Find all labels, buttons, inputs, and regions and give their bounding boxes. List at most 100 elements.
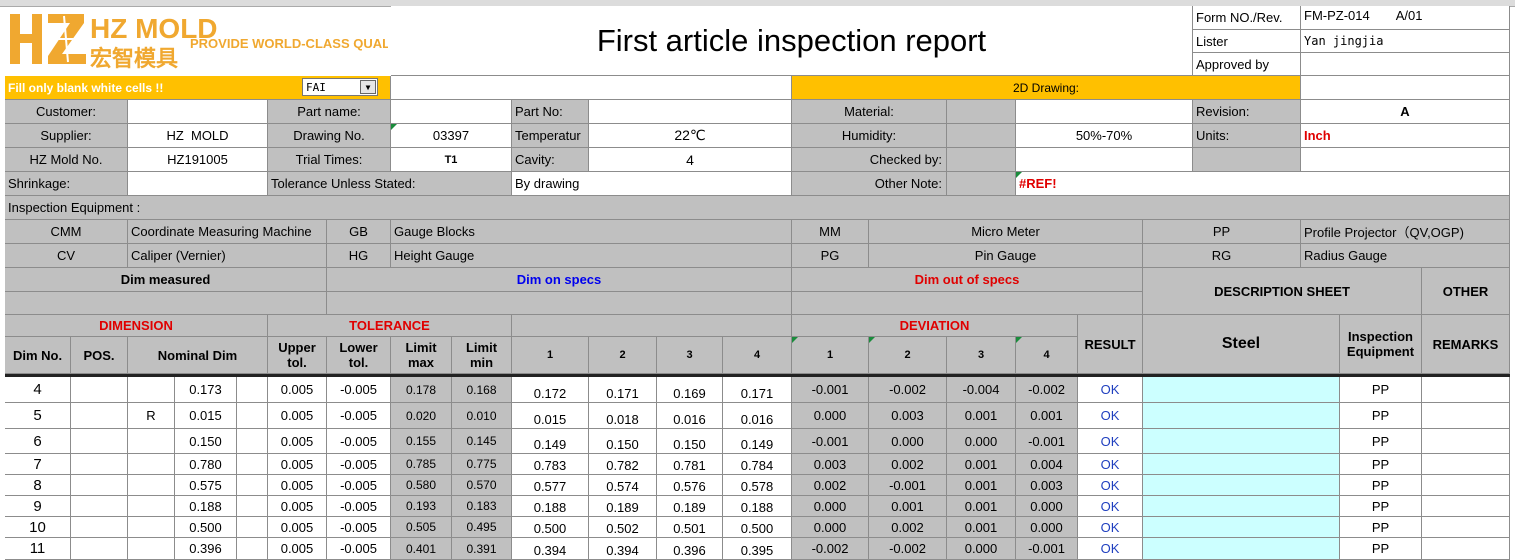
measurement-cell[interactable]: 0.015 — [512, 403, 589, 429]
deviation-cell[interactable]: 0.001 — [947, 517, 1016, 538]
deviation-cell[interactable]: -0.004 — [947, 377, 1016, 403]
measurement-cell[interactable]: 0.169 — [657, 377, 723, 403]
nominal-symbol-cell[interactable] — [128, 538, 175, 560]
limit-max-cell[interactable]: 0.178 — [391, 377, 452, 403]
deviation-cell[interactable]: 0.003 — [792, 454, 869, 475]
deviation-cell[interactable]: 0.002 — [869, 454, 947, 475]
result-cell[interactable]: OK — [1078, 403, 1143, 429]
upper-tol-cell[interactable]: 0.005 — [268, 403, 327, 429]
deviation-cell[interactable]: 0.001 — [947, 475, 1016, 496]
dim-no-cell[interactable]: 9 — [5, 496, 71, 517]
measurement-cell[interactable]: 0.501 — [657, 517, 723, 538]
steel-cell[interactable] — [1143, 517, 1340, 538]
steel-cell[interactable] — [1143, 429, 1340, 454]
result-cell[interactable]: OK — [1078, 377, 1143, 403]
nominal-blank-cell[interactable] — [237, 377, 268, 403]
upper-tol-cell[interactable]: 0.005 — [268, 517, 327, 538]
deviation-cell[interactable]: -0.002 — [869, 538, 947, 560]
limit-max-cell[interactable]: 0.580 — [391, 475, 452, 496]
nominal-blank-cell[interactable] — [237, 403, 268, 429]
pos-cell[interactable] — [71, 517, 128, 538]
nominal-value-cell[interactable]: 0.150 — [175, 429, 237, 454]
nominal-blank-cell[interactable] — [237, 496, 268, 517]
nominal-value-cell[interactable]: 0.500 — [175, 517, 237, 538]
measurement-cell[interactable]: 0.396 — [657, 538, 723, 560]
measurement-cell[interactable]: 0.576 — [657, 475, 723, 496]
remarks-cell[interactable] — [1422, 475, 1510, 496]
drawing-2d-value[interactable] — [1301, 76, 1510, 100]
lower-tol-cell[interactable]: -0.005 — [327, 538, 391, 560]
remarks-cell[interactable] — [1422, 517, 1510, 538]
nominal-value-cell[interactable]: 0.396 — [175, 538, 237, 560]
form-no-cell[interactable]: FM-PZ-014 A/01 — [1301, 6, 1510, 30]
remarks-cell[interactable] — [1422, 496, 1510, 517]
nominal-symbol-cell[interactable]: R — [128, 403, 175, 429]
lower-tol-cell[interactable]: -0.005 — [327, 475, 391, 496]
lower-tol-cell[interactable]: -0.005 — [327, 496, 391, 517]
steel-cell[interactable] — [1143, 403, 1340, 429]
dim-no-cell[interactable]: 6 — [5, 429, 71, 454]
trial-times-value[interactable]: T1 — [391, 148, 512, 172]
remarks-cell[interactable] — [1422, 429, 1510, 454]
lister-value[interactable]: Yan jingjia — [1301, 30, 1510, 53]
deviation-cell[interactable]: 0.002 — [869, 517, 947, 538]
measurement-cell[interactable]: 0.394 — [512, 538, 589, 560]
limit-max-cell[interactable]: 0.505 — [391, 517, 452, 538]
deviation-cell[interactable]: 0.000 — [869, 429, 947, 454]
measurement-cell[interactable]: 0.149 — [512, 429, 589, 454]
nominal-symbol-cell[interactable] — [128, 377, 175, 403]
nominal-symbol-cell[interactable] — [128, 429, 175, 454]
nominal-value-cell[interactable]: 0.575 — [175, 475, 237, 496]
measurement-cell[interactable]: 0.188 — [723, 496, 792, 517]
measurement-cell[interactable]: 0.394 — [589, 538, 657, 560]
approved-value[interactable] — [1301, 53, 1510, 76]
supplier-value[interactable]: HZ MOLD — [128, 124, 268, 148]
measurement-cell[interactable]: 0.578 — [723, 475, 792, 496]
steel-cell[interactable] — [1143, 377, 1340, 403]
deviation-cell[interactable]: -0.001 — [792, 377, 869, 403]
nominal-symbol-cell[interactable] — [128, 517, 175, 538]
steel-cell[interactable] — [1143, 496, 1340, 517]
pos-cell[interactable] — [71, 538, 128, 560]
deviation-cell[interactable]: -0.002 — [1016, 377, 1078, 403]
upper-tol-cell[interactable]: 0.005 — [268, 538, 327, 560]
deviation-cell[interactable]: 0.000 — [792, 496, 869, 517]
result-cell[interactable]: OK — [1078, 538, 1143, 560]
measurement-cell[interactable]: 0.577 — [512, 475, 589, 496]
measurement-cell[interactable]: 0.783 — [512, 454, 589, 475]
nominal-symbol-cell[interactable] — [128, 454, 175, 475]
result-cell[interactable]: OK — [1078, 429, 1143, 454]
steel-cell[interactable] — [1143, 475, 1340, 496]
deviation-cell[interactable]: 0.003 — [869, 403, 947, 429]
pos-cell[interactable] — [71, 377, 128, 403]
limit-min-cell[interactable]: 0.570 — [452, 475, 512, 496]
part-name-value[interactable] — [391, 100, 512, 124]
nominal-blank-cell[interactable] — [237, 429, 268, 454]
limit-min-cell[interactable]: 0.391 — [452, 538, 512, 560]
measurement-cell[interactable]: 0.150 — [589, 429, 657, 454]
measurement-cell[interactable]: 0.189 — [589, 496, 657, 517]
revision-value[interactable]: A — [1301, 100, 1510, 124]
deviation-cell[interactable]: 0.002 — [792, 475, 869, 496]
deviation-cell[interactable]: 0.000 — [792, 517, 869, 538]
measurement-cell[interactable]: 0.574 — [589, 475, 657, 496]
measurement-cell[interactable]: 0.500 — [512, 517, 589, 538]
measurement-cell[interactable]: 0.189 — [657, 496, 723, 517]
limit-min-cell[interactable]: 0.168 — [452, 377, 512, 403]
upper-tol-cell[interactable]: 0.005 — [268, 454, 327, 475]
result-cell[interactable]: OK — [1078, 517, 1143, 538]
part-no-value[interactable] — [589, 100, 792, 124]
inspection-equipment-cell[interactable]: PP — [1340, 403, 1422, 429]
measurement-cell[interactable]: 0.016 — [657, 403, 723, 429]
measurement-cell[interactable]: 0.150 — [657, 429, 723, 454]
limit-max-cell[interactable]: 0.155 — [391, 429, 452, 454]
remarks-cell[interactable] — [1422, 377, 1510, 403]
pos-cell[interactable] — [71, 475, 128, 496]
tolerance-value[interactable]: By drawing — [512, 172, 792, 196]
inspection-equipment-cell[interactable]: PP — [1340, 454, 1422, 475]
upper-tol-cell[interactable]: 0.005 — [268, 496, 327, 517]
nominal-value-cell[interactable]: 0.173 — [175, 377, 237, 403]
lower-tol-cell[interactable]: -0.005 — [327, 403, 391, 429]
lower-tol-cell[interactable]: -0.005 — [327, 377, 391, 403]
limit-max-cell[interactable]: 0.020 — [391, 403, 452, 429]
